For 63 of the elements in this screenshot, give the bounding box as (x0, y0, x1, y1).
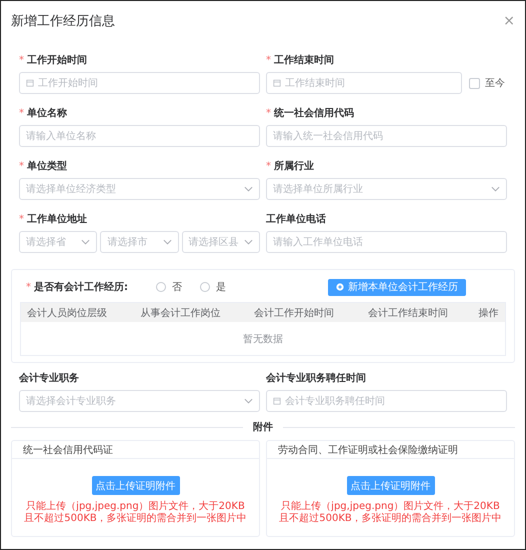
field-label: 工作单位电话 (266, 212, 326, 226)
upload-hint: 只能上传（jpg,jpeg.png）图片文件，大于20KB且不超过500KB，多张证明的需合并到一张图片中 (278, 501, 503, 525)
input-field[interactable]: 请输入统一社会信用代码 (266, 125, 507, 147)
column-header: 操作 (477, 306, 500, 320)
required-mark: * (19, 108, 24, 118)
empty-text: 暂无数据 (243, 332, 283, 346)
select-field[interactable]: 请选择单位所属行业 (266, 178, 507, 200)
column-header: 会计人员岗位层级 (26, 306, 108, 320)
date-field[interactable]: 工作开始时间 (19, 72, 260, 94)
input-field[interactable]: 请输入工作单位电话 (266, 231, 507, 253)
radio-label: 是 (216, 281, 226, 294)
field-label: 单位名称 (27, 106, 67, 120)
field-label: 是否有会计工作经历: (34, 280, 128, 294)
chevron-down-icon (244, 239, 253, 245)
chevron-down-icon (244, 186, 253, 192)
select-field[interactable]: 请选择市 (100, 231, 179, 253)
select-field[interactable]: 请选择省 (19, 231, 98, 253)
field-label: 工作单位地址 (27, 212, 87, 226)
field-label: 工作开始时间 (27, 54, 87, 67)
calendar-icon (273, 79, 281, 87)
section-title: 附件 (252, 420, 274, 434)
required-mark: * (266, 54, 271, 66)
required-mark: * (19, 54, 24, 66)
date-field[interactable]: 工作结束时间 (266, 72, 462, 94)
field-label: 会计专业职务聘任时间 (266, 372, 366, 385)
calendar-icon (273, 397, 281, 405)
chevron-down-icon (162, 239, 172, 245)
radio-button[interactable] (156, 282, 166, 292)
select-field[interactable]: 请选择单位经济类型 (19, 178, 260, 200)
plus-circle-icon (336, 283, 344, 291)
radio-label: 否 (172, 281, 182, 294)
date-field[interactable]: 会计专业职务聘任时间 (266, 390, 507, 412)
dialog-title: 新增工作经历信息 (11, 13, 115, 30)
card-title: 劳动合同、工作证明或社会保险缴纳证明 (278, 444, 458, 456)
select-field[interactable]: 请选择会计专业职务 (19, 390, 260, 412)
field-label: 单位类型 (27, 160, 67, 173)
upload-button[interactable]: 点击上传证明附件 (346, 476, 434, 495)
input-field[interactable]: 请输入单位名称 (19, 125, 260, 147)
column-header: 从事会计工作岗位 (140, 306, 222, 320)
checkbox-label: 至今 (485, 77, 505, 90)
card-title: 统一社会信用代码证 (23, 444, 113, 456)
required-mark: * (19, 160, 24, 172)
chevron-down-icon (81, 239, 90, 245)
add-button[interactable]: 新增本单位会计工作经历 (328, 278, 466, 296)
checkbox[interactable] (469, 78, 480, 88)
required-mark: * (26, 282, 31, 292)
calendar-icon (26, 79, 34, 87)
required-mark: * (266, 108, 271, 118)
column-header: 会计工作开始时间 (253, 306, 336, 320)
field-label: 所属行业 (274, 160, 314, 173)
required-mark: * (19, 214, 24, 224)
field-label: 会计专业职务 (19, 372, 79, 385)
radio-button[interactable] (200, 282, 210, 292)
select-field[interactable]: 请选择区县 (182, 231, 260, 253)
close-button[interactable]: × (503, 14, 515, 28)
upload-hint: 只能上传（jpg,jpeg.png）图片文件，大于20KB且不超过500KB，多张证明的需合并到一张图片中 (23, 501, 248, 525)
required-mark: * (266, 160, 271, 172)
chevron-down-icon (244, 398, 253, 404)
column-header: 会计工作结束时间 (366, 306, 449, 320)
field-label: 工作结束时间 (274, 54, 334, 67)
field-label: 统一社会信用代码 (274, 106, 354, 120)
chevron-down-icon (491, 186, 500, 192)
upload-button[interactable]: 点击上传证明附件 (92, 476, 180, 495)
